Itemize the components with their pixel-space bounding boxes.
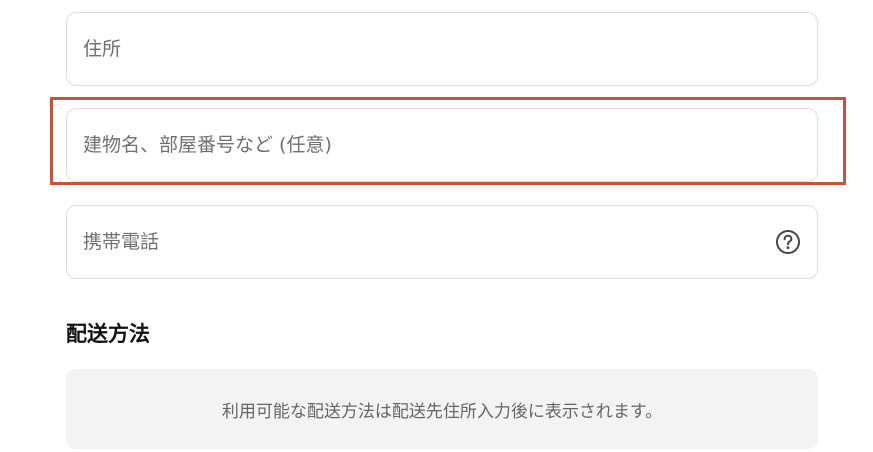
shipping-method-notice: 利用可能な配送方法は配送先住所入力後に表示されます。	[66, 369, 818, 449]
address-input[interactable]	[83, 13, 743, 85]
building-input[interactable]	[83, 109, 743, 181]
checkout-address-form: 配送方法 利用可能な配送方法は配送先住所入力後に表示されます。	[0, 0, 873, 452]
phone-input[interactable]	[83, 206, 743, 278]
shipping-method-notice-text: 利用可能な配送方法は配送先住所入力後に表示されます。	[221, 401, 663, 422]
address-field[interactable]	[66, 12, 818, 86]
phone-field[interactable]	[66, 205, 818, 279]
question-circle-icon[interactable]	[775, 229, 801, 255]
building-field[interactable]	[66, 108, 818, 182]
shipping-method-title: 配送方法	[66, 322, 150, 346]
